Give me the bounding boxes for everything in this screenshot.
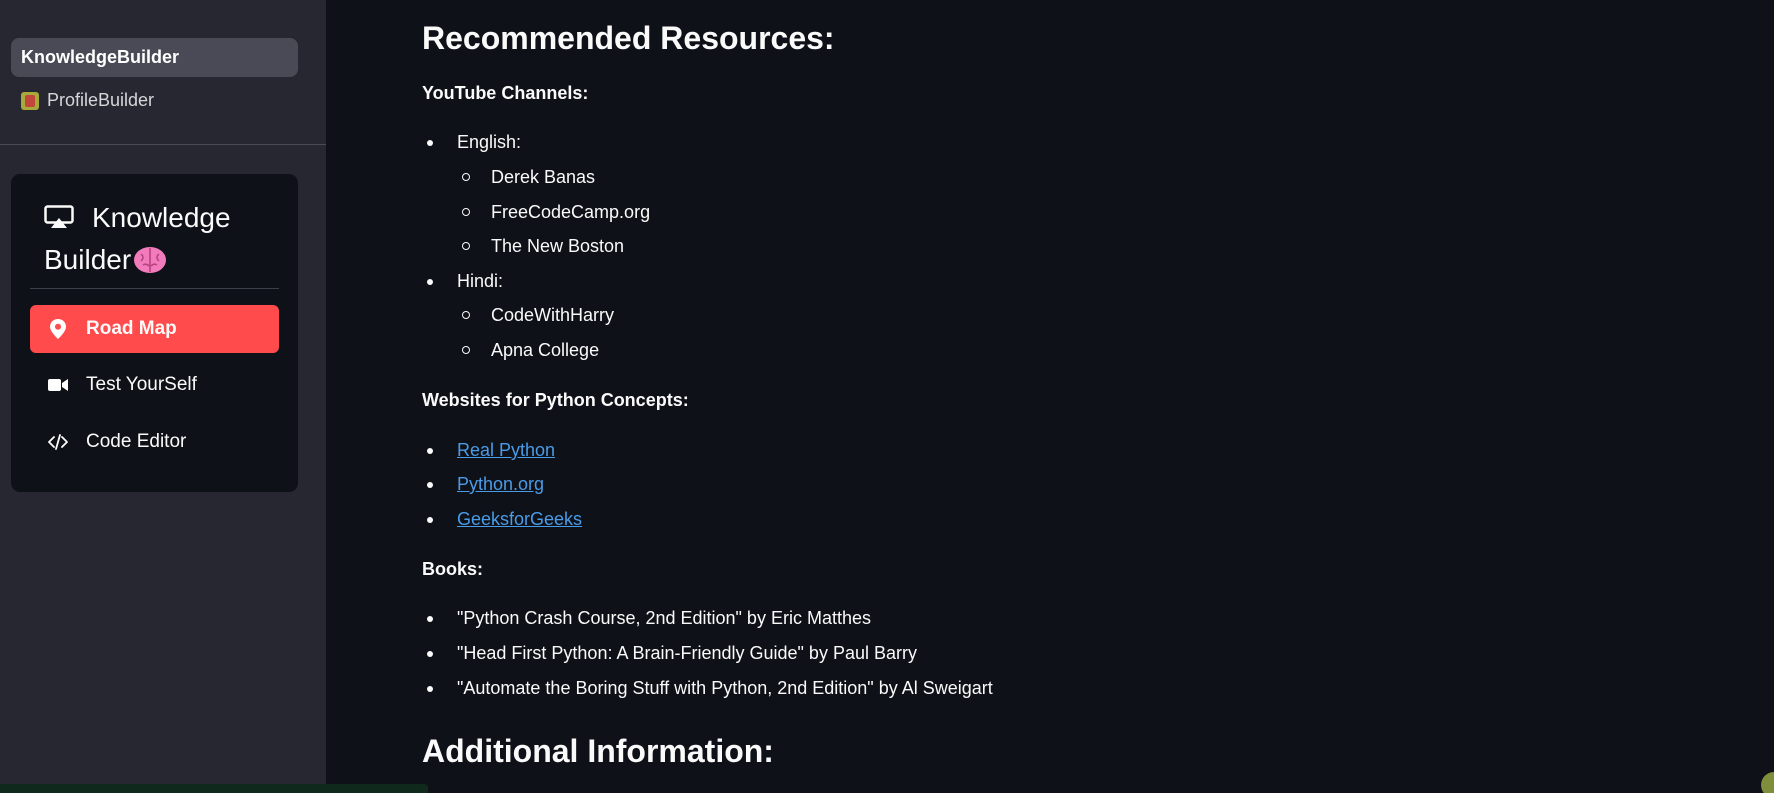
- subheading-books: Books:: [422, 559, 484, 579]
- assistant-avatar-icon[interactable]: [1761, 772, 1774, 793]
- nav-item-road-map[interactable]: Road Map: [30, 305, 279, 353]
- menu-separator: [30, 288, 279, 289]
- option-menu: Knowledge Builder Road Map Test YourSelf…: [11, 174, 298, 492]
- nav-item-label: Code Editor: [86, 431, 187, 452]
- nav-item-code-editor[interactable]: Code Editor: [30, 418, 279, 466]
- airplay-icon: [44, 205, 74, 228]
- subheading-websites: Websites for Python Concepts:: [422, 390, 689, 410]
- link-real-python[interactable]: Real Python: [457, 440, 555, 461]
- menu-title-line2: Builder: [44, 244, 132, 275]
- menu-title: Knowledge Builder: [44, 197, 284, 281]
- video-camera-icon: [48, 375, 68, 395]
- menu-title-line1: Knowledge: [92, 202, 231, 233]
- link-python-org[interactable]: Python.org: [457, 474, 544, 495]
- map-pin-icon: [48, 319, 68, 339]
- subheading-youtube: YouTube Channels:: [422, 83, 589, 103]
- sidebar-divider: [0, 144, 326, 145]
- heading-recommended-resources: Recommended Resources:: [422, 20, 835, 56]
- page-link-knowledgebuilder[interactable]: KnowledgeBuilder: [11, 38, 298, 77]
- page-link-label: ProfileBuilder: [47, 90, 155, 110]
- sidebar: KnowledgeBuilder ProfileBuilder Knowledg…: [0, 0, 326, 793]
- status-bar: [0, 784, 428, 793]
- link-geeksforgeeks[interactable]: GeeksforGeeks: [457, 509, 582, 530]
- nav-item-label: Road Map: [86, 318, 177, 339]
- nav-item-label: Test YourSelf: [86, 374, 197, 395]
- nav-item-test-yourself[interactable]: Test YourSelf: [30, 361, 279, 409]
- heading-additional-information: Additional Information:: [422, 733, 774, 769]
- page-link-profilebuilder[interactable]: ProfileBuilder: [11, 81, 298, 120]
- brain-emoji-icon: [134, 247, 167, 273]
- page-link-label: KnowledgeBuilder: [21, 47, 180, 67]
- trophy-emoji-icon: [21, 91, 39, 110]
- code-icon: [48, 432, 68, 452]
